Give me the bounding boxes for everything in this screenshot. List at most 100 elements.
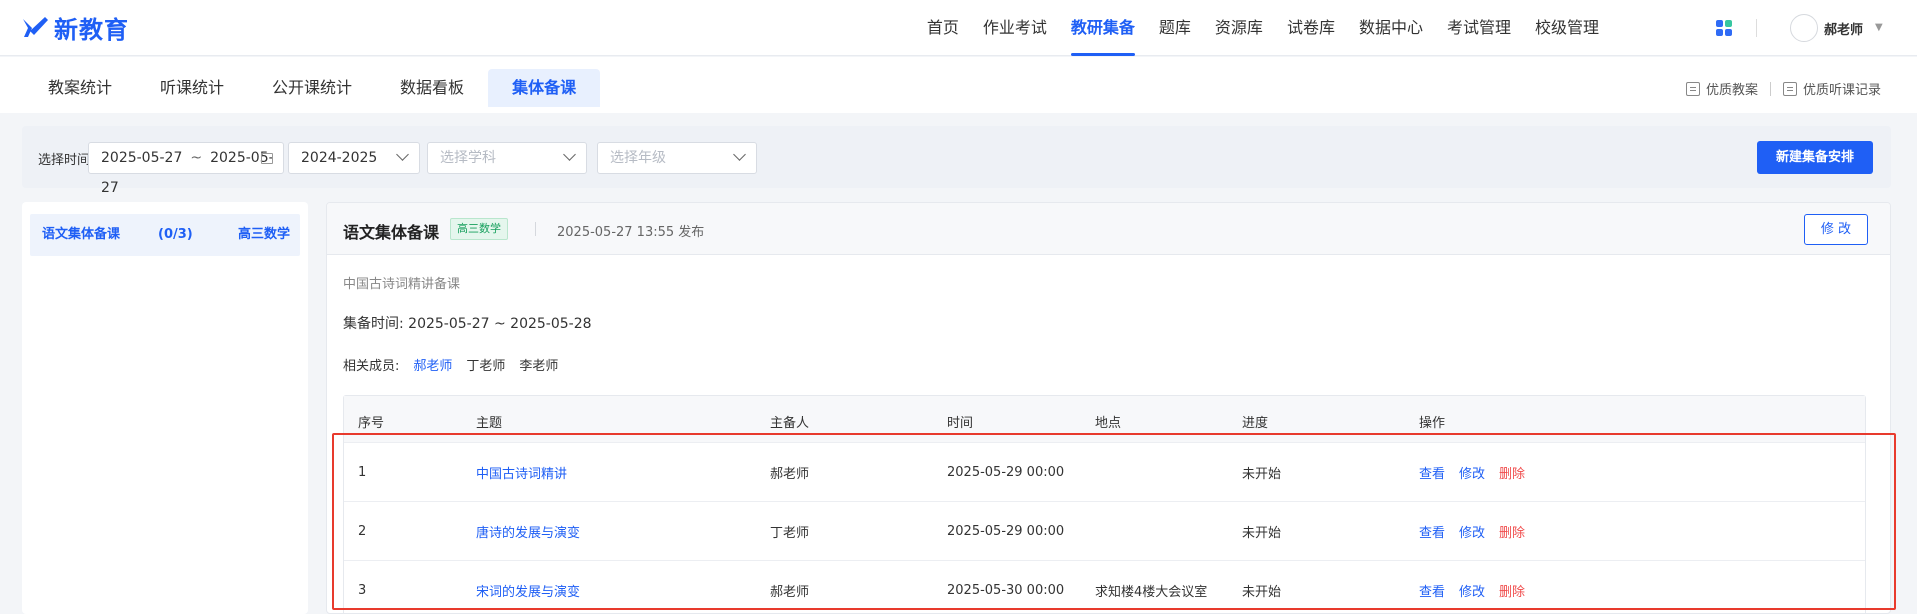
prep-schedule-table: 序号 主题 主备人 时间 地点 进度 操作 1 中国古诗词精讲 郝老师 2025… [343, 395, 1866, 613]
group-grade: 高三数学 [237, 227, 290, 242]
apps-grid-icon[interactable] [1716, 20, 1732, 36]
publish-time: 2025-05-27 13:55 发布 [557, 225, 705, 240]
delete-link[interactable]: 删除 [1499, 463, 1525, 482]
subject-select[interactable]: 选择学科 [427, 142, 587, 174]
topic-link[interactable]: 中国古诗词精讲 [476, 443, 567, 501]
divider [1756, 19, 1757, 37]
grade-select[interactable]: 选择年级 [597, 142, 757, 174]
subtab-bar: 教案统计 听课统计 公开课统计 数据看板 集体备课 优质教案 优质听课记录 [0, 57, 1917, 113]
main-nav: 首页 作业考试 教研集备 题库 资源库 试卷库 数据中心 考试管理 校级管理 [915, 0, 1611, 56]
divider [535, 222, 536, 236]
top-navbar: 新教育 首页 作业考试 教研集备 题库 资源库 试卷库 数据中心 考试管理 校级… [0, 0, 1917, 56]
column-header-time: 时间 [947, 415, 974, 431]
document-icon [1782, 81, 1797, 96]
member-name: 丁老师 [466, 359, 506, 374]
quick-link-label: 优质听课记录 [1802, 83, 1881, 98]
session-time: 2025-05-29 00:00 [947, 523, 1065, 539]
nav-item-data-center[interactable]: 数据中心 [1347, 0, 1435, 56]
table-row: 3 宋词的发展与演变 郝老师 2025-05-30 00:00 求知楼4楼大会议… [344, 560, 1865, 613]
nav-item-school-management[interactable]: 校级管理 [1523, 0, 1611, 56]
session-time: 2025-05-30 00:00 [947, 582, 1065, 598]
new-collective-prep-button[interactable]: 新建集备安排 [1757, 141, 1873, 174]
tab-lesson-plan-stats[interactable]: 教案统计 [24, 69, 136, 107]
member-name[interactable]: 郝老师 [413, 355, 452, 374]
row-number: 3 [358, 582, 367, 598]
filter-bar: 选择时间: 2025-05-27 ~2025-05-27 2024-2025 选择… [22, 126, 1891, 196]
nav-item-homework[interactable]: 作业考试 [971, 0, 1059, 56]
column-header-owner: 主备人 [770, 415, 810, 431]
member-name: 李老师 [519, 359, 559, 374]
tab-collective-prep[interactable]: 集体备课 [488, 69, 601, 107]
subject-placeholder: 选择学科 [440, 150, 496, 166]
group-name: 语文集体备课 [42, 227, 121, 242]
row-number: 1 [358, 464, 367, 480]
chevron-down-icon [396, 148, 409, 161]
detail-title: 语文集体备课 [343, 223, 440, 242]
row-actions: 查看 修改 删除 [1419, 443, 1525, 501]
brand-logo-icon [20, 13, 50, 41]
nav-item-exam-management[interactable]: 考试管理 [1435, 0, 1523, 56]
group-count: (0/3) [158, 227, 193, 242]
date-separator: ~ [190, 150, 203, 166]
quick-link-quality-lecture-records[interactable]: 优质听课记录 [1782, 79, 1881, 98]
brand-logo[interactable]: 新教育 [20, 10, 129, 44]
grade-tag: 高三数学 [450, 218, 508, 240]
nav-item-home[interactable]: 首页 [915, 0, 971, 56]
caret-down-icon[interactable]: ▼ [1875, 22, 1883, 33]
school-year-value: 2024-2025 [301, 150, 378, 166]
column-header-topic: 主题 [476, 415, 503, 431]
status-text: 未开始 [1242, 466, 1282, 482]
status-text: 未开始 [1242, 525, 1282, 541]
owner-name: 丁老师 [770, 525, 810, 541]
table-header: 序号 主题 主备人 时间 地点 进度 操作 [344, 396, 1865, 442]
row-actions: 查看 修改 删除 [1419, 561, 1525, 613]
edit-link[interactable]: 修改 [1459, 522, 1485, 541]
table-row: 1 中国古诗词精讲 郝老师 2025-05-29 00:00 未开始 查看 修改… [344, 442, 1865, 501]
session-place: 求知楼4楼大会议室 [1095, 584, 1208, 600]
nav-item-research[interactable]: 教研集备 [1059, 0, 1147, 56]
table-row: 2 唐诗的发展与演变 丁老师 2025-05-29 00:00 未开始 查看 修… [344, 501, 1865, 560]
tab-lecture-stats[interactable]: 听课统计 [136, 69, 248, 107]
topic-link[interactable]: 宋词的发展与演变 [476, 561, 580, 613]
column-header-no: 序号 [358, 415, 385, 431]
delete-link[interactable]: 删除 [1499, 581, 1525, 600]
divider [1769, 81, 1771, 96]
edit-link[interactable]: 修改 [1459, 463, 1485, 482]
detail-header: 语文集体备课 高三数学 2025-05-27 13:55 发布 修 改 [327, 203, 1890, 255]
nav-item-papers[interactable]: 试卷库 [1275, 0, 1347, 56]
chevron-down-icon [733, 148, 746, 161]
prep-time: 集备时间: 2025-05-27 ~ 2025-05-28 [343, 313, 592, 333]
prep-group-list: 语文集体备课 (0/3) 高三数学 [22, 202, 308, 614]
list-item[interactable]: 语文集体备课 (0/3) 高三数学 [30, 214, 300, 256]
date-start: 2025-05-27 [101, 150, 183, 166]
avatar[interactable] [1790, 14, 1818, 42]
delete-link[interactable]: 删除 [1499, 522, 1525, 541]
row-number: 2 [358, 523, 367, 539]
view-link[interactable]: 查看 [1419, 522, 1445, 541]
calendar-icon [261, 153, 273, 164]
nav-item-question-bank[interactable]: 题库 [1147, 0, 1203, 56]
nav-item-resources[interactable]: 资源库 [1203, 0, 1275, 56]
view-link[interactable]: 查看 [1419, 581, 1445, 600]
date-range-picker[interactable]: 2025-05-27 ~2025-05-27 [88, 142, 284, 196]
prep-time-range: 2025-05-27 ~ 2025-05-28 [408, 316, 592, 332]
user-name[interactable]: 郝老师 [1824, 19, 1863, 38]
quick-links: 优质教案 优质听课记录 [1685, 79, 1881, 98]
topic-link[interactable]: 唐诗的发展与演变 [476, 502, 580, 560]
owner-name: 郝老师 [770, 466, 810, 482]
clipboard-icon [1685, 81, 1700, 96]
tab-open-class-stats[interactable]: 公开课统计 [248, 69, 376, 107]
edit-button[interactable]: 修 改 [1804, 214, 1868, 245]
status-text: 未开始 [1242, 584, 1282, 600]
grade-placeholder: 选择年级 [610, 150, 666, 166]
quick-link-quality-plans[interactable]: 优质教案 [1685, 79, 1758, 98]
school-year-select[interactable]: 2024-2025 [288, 142, 420, 174]
edit-link[interactable]: 修改 [1459, 581, 1485, 600]
time-filter-label: 选择时间: [38, 153, 95, 168]
detail-description: 中国古诗词精讲备课 [343, 277, 461, 292]
column-header-status: 进度 [1242, 415, 1269, 431]
view-link[interactable]: 查看 [1419, 463, 1445, 482]
brand-name: 新教育 [54, 15, 129, 44]
chevron-down-icon [563, 148, 576, 161]
tab-data-dashboard[interactable]: 数据看板 [376, 69, 488, 107]
